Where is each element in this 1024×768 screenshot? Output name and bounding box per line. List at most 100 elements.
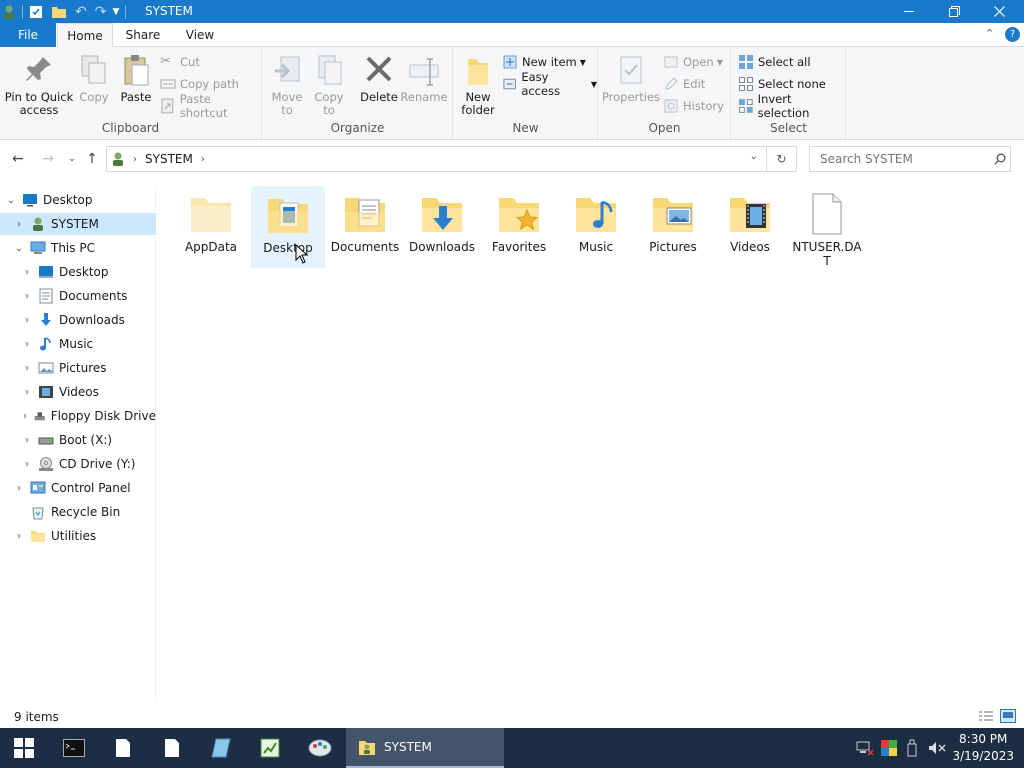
chevron-right-icon[interactable]: › — [20, 289, 34, 303]
breadcrumb-system[interactable]: SYSTEM — [145, 152, 193, 166]
select-none-button[interactable]: Select none — [738, 74, 826, 94]
usb-drive-icon[interactable] — [906, 739, 918, 757]
tab-view[interactable]: View — [174, 23, 226, 47]
properties-button[interactable]: Properties — [602, 53, 660, 104]
taskbar-chart-app[interactable] — [246, 728, 294, 768]
move-to-button[interactable]: Move to — [267, 53, 307, 117]
copy-path-button[interactable]: Copy path — [160, 74, 239, 94]
redo-icon[interactable]: ↷ — [95, 4, 107, 20]
pin-to-quick-access-button[interactable]: Pin to Quick access — [4, 53, 74, 117]
refresh-button[interactable]: ↻ — [767, 146, 797, 172]
delete-button[interactable]: Delete — [357, 53, 401, 104]
copy-to-button[interactable]: Copy to — [309, 53, 349, 117]
taskbar-command-prompt[interactable] — [50, 728, 98, 768]
color-app-tray-icon[interactable] — [881, 740, 897, 756]
tree-item-desktop[interactable]: › Desktop — [0, 261, 156, 283]
customize-dropdown-icon[interactable]: ▼ — [112, 7, 119, 17]
up-button[interactable]: ↑ — [82, 149, 102, 169]
file-item-favorites[interactable]: Favorites — [482, 186, 556, 268]
chevron-down-icon[interactable]: ⌄ — [4, 193, 18, 207]
search-input[interactable] — [818, 151, 988, 167]
forward-button[interactable]: → — [38, 149, 58, 169]
file-item-pictures[interactable]: Pictures — [636, 186, 710, 268]
new-item-button[interactable]: New item ▼ — [502, 52, 586, 72]
tree-item-desktop-root[interactable]: ⌄ Desktop — [0, 189, 156, 211]
file-item-music[interactable]: Music — [559, 186, 633, 268]
help-icon[interactable]: ? — [1005, 27, 1020, 42]
chevron-down-icon[interactable]: ⌄ — [12, 241, 26, 255]
tree-item-music[interactable]: › Music — [0, 333, 156, 355]
system-clock[interactable]: 8:30 PM 3/19/2023 — [952, 731, 1014, 765]
taskbar-paint-app[interactable] — [296, 728, 344, 768]
properties-icon[interactable] — [29, 5, 43, 19]
pin-icon — [26, 57, 51, 81]
chevron-right-icon[interactable]: › — [20, 457, 34, 471]
volume-muted-icon[interactable] — [928, 741, 946, 755]
details-view-icon[interactable] — [978, 710, 994, 723]
start-button[interactable] — [0, 728, 48, 768]
file-item-desktop[interactable]: Desktop — [251, 186, 325, 268]
open-button[interactable]: Open ▼ — [663, 52, 723, 72]
tree-item-cd-drive[interactable]: › CD Drive (Y:) — [0, 453, 156, 475]
search-box[interactable] — [809, 146, 1011, 172]
tree-item-control-panel[interactable]: › Control Panel — [0, 477, 156, 499]
chevron-right-icon[interactable]: › — [20, 361, 34, 375]
history-button[interactable]: History — [663, 96, 724, 116]
taskbar-explorer-window[interactable]: SYSTEM — [346, 728, 504, 768]
chevron-right-icon[interactable]: › — [12, 529, 26, 543]
collapse-ribbon-icon[interactable]: ⌃ — [985, 27, 994, 40]
chevron-right-icon[interactable]: › — [20, 313, 34, 327]
taskbar-notepad[interactable] — [99, 728, 147, 768]
chevron-right-icon[interactable]: › — [12, 481, 26, 495]
tree-item-documents[interactable]: › Documents — [0, 285, 156, 307]
chevron-right-icon[interactable]: › — [12, 217, 26, 231]
chevron-right-icon[interactable]: › — [20, 337, 34, 351]
chevron-right-icon[interactable]: › — [20, 409, 30, 423]
tab-home[interactable]: Home — [57, 23, 113, 48]
tree-item-recycle-bin[interactable]: Recycle Bin — [0, 501, 156, 523]
easy-access-button[interactable]: Easy access ▼ — [502, 70, 597, 98]
tree-item-boot-drive[interactable]: › Boot (X:) — [0, 429, 156, 451]
invert-selection-button[interactable]: Invert selection — [738, 92, 845, 120]
back-button[interactable]: ← — [8, 149, 28, 169]
file-item-ntuser-dat[interactable]: NTUSER.DAT — [790, 186, 864, 268]
cut-button[interactable]: ✂ Cut — [160, 52, 200, 72]
tab-file[interactable]: File — [0, 23, 56, 47]
address-bar[interactable]: › SYSTEM › ⌄ — [106, 146, 767, 172]
taskbar-app[interactable] — [197, 728, 245, 768]
select-all-button[interactable]: Select all — [738, 52, 811, 72]
network-icon[interactable] — [856, 740, 874, 756]
tab-share[interactable]: Share — [116, 23, 170, 47]
tree-item-system[interactable]: › SYSTEM — [0, 213, 156, 235]
breadcrumb-separator-icon[interactable]: › — [133, 154, 137, 165]
new-folder-button[interactable]: New folder — [458, 53, 498, 117]
large-icons-view-icon[interactable] — [1000, 709, 1016, 723]
file-item-documents[interactable]: Documents — [328, 186, 402, 268]
new-folder-icon[interactable] — [51, 5, 67, 19]
copy-button[interactable]: Copy — [76, 53, 112, 104]
close-button[interactable] — [976, 0, 1022, 23]
edit-button[interactable]: Edit — [663, 74, 705, 94]
rename-button[interactable]: Rename — [400, 53, 448, 104]
chevron-right-icon[interactable]: › — [20, 433, 34, 447]
file-item-videos[interactable]: Videos — [713, 186, 787, 268]
file-item-appdata[interactable]: AppData — [174, 186, 248, 268]
paste-button[interactable]: Paste — [116, 53, 156, 104]
tree-item-videos[interactable]: › Videos — [0, 381, 156, 403]
taskbar-document[interactable] — [148, 728, 196, 768]
tree-item-utilities[interactable]: › Utilities — [0, 525, 156, 547]
chevron-right-icon[interactable]: › — [20, 265, 34, 279]
tree-item-this-pc[interactable]: ⌄ This PC — [0, 237, 156, 259]
file-item-downloads[interactable]: Downloads — [405, 186, 479, 268]
undo-icon[interactable]: ↶ — [75, 4, 87, 20]
minimize-button[interactable] — [886, 0, 932, 23]
breadcrumb-separator-icon[interactable]: › — [201, 154, 205, 165]
restore-button[interactable] — [931, 0, 977, 23]
tree-item-downloads[interactable]: › Downloads — [0, 309, 156, 331]
address-dropdown-icon[interactable]: ⌄ — [750, 151, 758, 162]
tree-item-pictures[interactable]: › Pictures — [0, 357, 156, 379]
paste-shortcut-button[interactable]: Paste shortcut — [160, 92, 261, 120]
tree-item-floppy-disk-drive[interactable]: › Floppy Disk Drive — [0, 405, 156, 427]
recent-locations-button[interactable]: ⌄ — [62, 149, 82, 169]
chevron-right-icon[interactable]: › — [20, 385, 34, 399]
